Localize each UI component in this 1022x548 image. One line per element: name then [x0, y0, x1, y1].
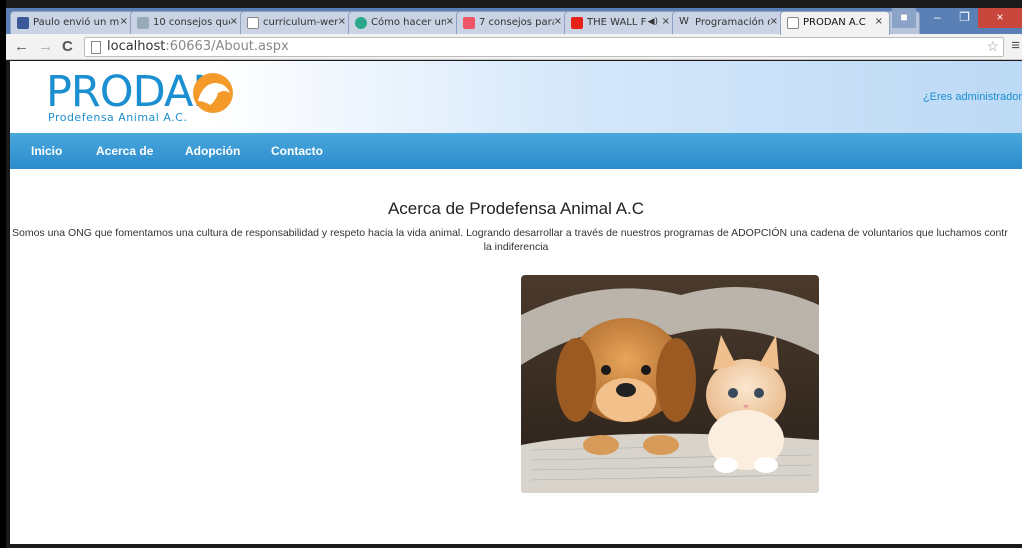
browser-toolbar: ← → C localhost:60663/About.aspx ☆ ≡ [6, 34, 1022, 60]
tab-close-icon[interactable]: × [120, 16, 128, 27]
document-icon [787, 17, 799, 29]
logo-subtitle: Prodefensa Animal A.C. [48, 111, 188, 124]
facebook-icon [17, 17, 29, 29]
about-paragraph-line2: la indiferencia [483, 241, 549, 253]
wikipedia-icon: W [679, 16, 689, 27]
site-header: PRODAN Prodefensa Animal A.C. ¿Eres admi… [10, 61, 1022, 133]
nav-inicio[interactable]: Inicio [31, 144, 62, 158]
tab-label: 7 consejos para c [479, 17, 554, 28]
forward-arrow-icon[interactable]: → [38, 38, 53, 55]
tab-como-hacer[interactable]: Cómo hacer un c × [348, 11, 461, 34]
tab-close-icon[interactable]: × [875, 16, 883, 27]
tab-label: curriculum-wend [263, 17, 338, 28]
tab-label: Paulo envió un m [33, 17, 120, 28]
web-page: PRODAN Prodefensa Animal A.C. ¿Eres admi… [10, 61, 1022, 544]
tab-label: Programación ori [695, 17, 770, 28]
menu-icon[interactable]: ≡ [1011, 37, 1020, 54]
main-nav: Inicio Acerca de Adopción Contacto [10, 133, 1022, 169]
tab-close-icon[interactable]: × [446, 16, 454, 27]
nav-acerca-de[interactable]: Acerca de [96, 144, 153, 158]
tab-curriculum[interactable]: curriculum-wend × [240, 11, 353, 34]
admin-link[interactable]: ¿Eres administrador [923, 91, 1022, 103]
tab-close-icon[interactable]: × [230, 16, 238, 27]
speaker-icon[interactable]: ◀) [648, 17, 658, 27]
youtube-icon [571, 17, 583, 29]
tab-consejos[interactable]: 10 consejos que × [130, 11, 245, 34]
tab-prodan[interactable]: PRODAN A.C × [780, 11, 890, 35]
prodan-logo-icon [193, 73, 233, 113]
maximize-button[interactable]: ❐ [951, 8, 978, 28]
page-icon [91, 41, 101, 54]
tab-label: 10 consejos que [153, 17, 230, 28]
hand-icon [463, 17, 475, 29]
tab-close-icon[interactable]: × [338, 16, 346, 27]
tab-strip: Paulo envió un m × 10 consejos que × cur… [6, 8, 1022, 35]
tab-close-icon[interactable]: × [662, 16, 670, 27]
reload-icon[interactable]: C [62, 38, 73, 55]
nav-contacto[interactable]: Contacto [271, 144, 323, 158]
tab-programacion[interactable]: W Programación ori × [672, 11, 785, 34]
minimize-button[interactable]: – [924, 8, 951, 28]
address-bar[interactable]: localhost:60663/About.aspx ☆ [84, 37, 1004, 57]
tab-close-icon[interactable]: × [770, 16, 778, 27]
user-icon[interactable]: ■ [892, 8, 916, 28]
tab-7-consejos[interactable]: 7 consejos para c × [456, 11, 569, 34]
document-icon [247, 17, 259, 29]
about-paragraph-line1: Somos una ONG que fomentamos una cultura… [12, 227, 1008, 239]
page-favicon-icon [137, 17, 149, 29]
tab-label: Cómo hacer un c [371, 17, 446, 28]
page-title: Acerca de Prodefensa Animal A.C [387, 199, 645, 218]
back-arrow-icon[interactable]: ← [14, 38, 29, 55]
bookmark-star-icon[interactable]: ☆ [986, 38, 999, 55]
tab-the-wall[interactable]: THE WALL FU ◀) × [564, 11, 677, 34]
tab-label: THE WALL FU [587, 17, 647, 28]
tab-label: PRODAN A.C [803, 17, 866, 28]
window-controls: ■ – ❐ × [892, 8, 1022, 28]
url-text: localhost:60663/About.aspx [107, 39, 289, 54]
tab-facebook[interactable]: Paulo envió un m × [10, 11, 135, 34]
chat-icon [355, 17, 367, 29]
nav-adopcion[interactable]: Adopción [185, 144, 240, 158]
puppy-kitten-photo [521, 275, 819, 493]
close-window-button[interactable]: × [978, 8, 1022, 28]
tab-close-icon[interactable]: × [554, 16, 562, 27]
